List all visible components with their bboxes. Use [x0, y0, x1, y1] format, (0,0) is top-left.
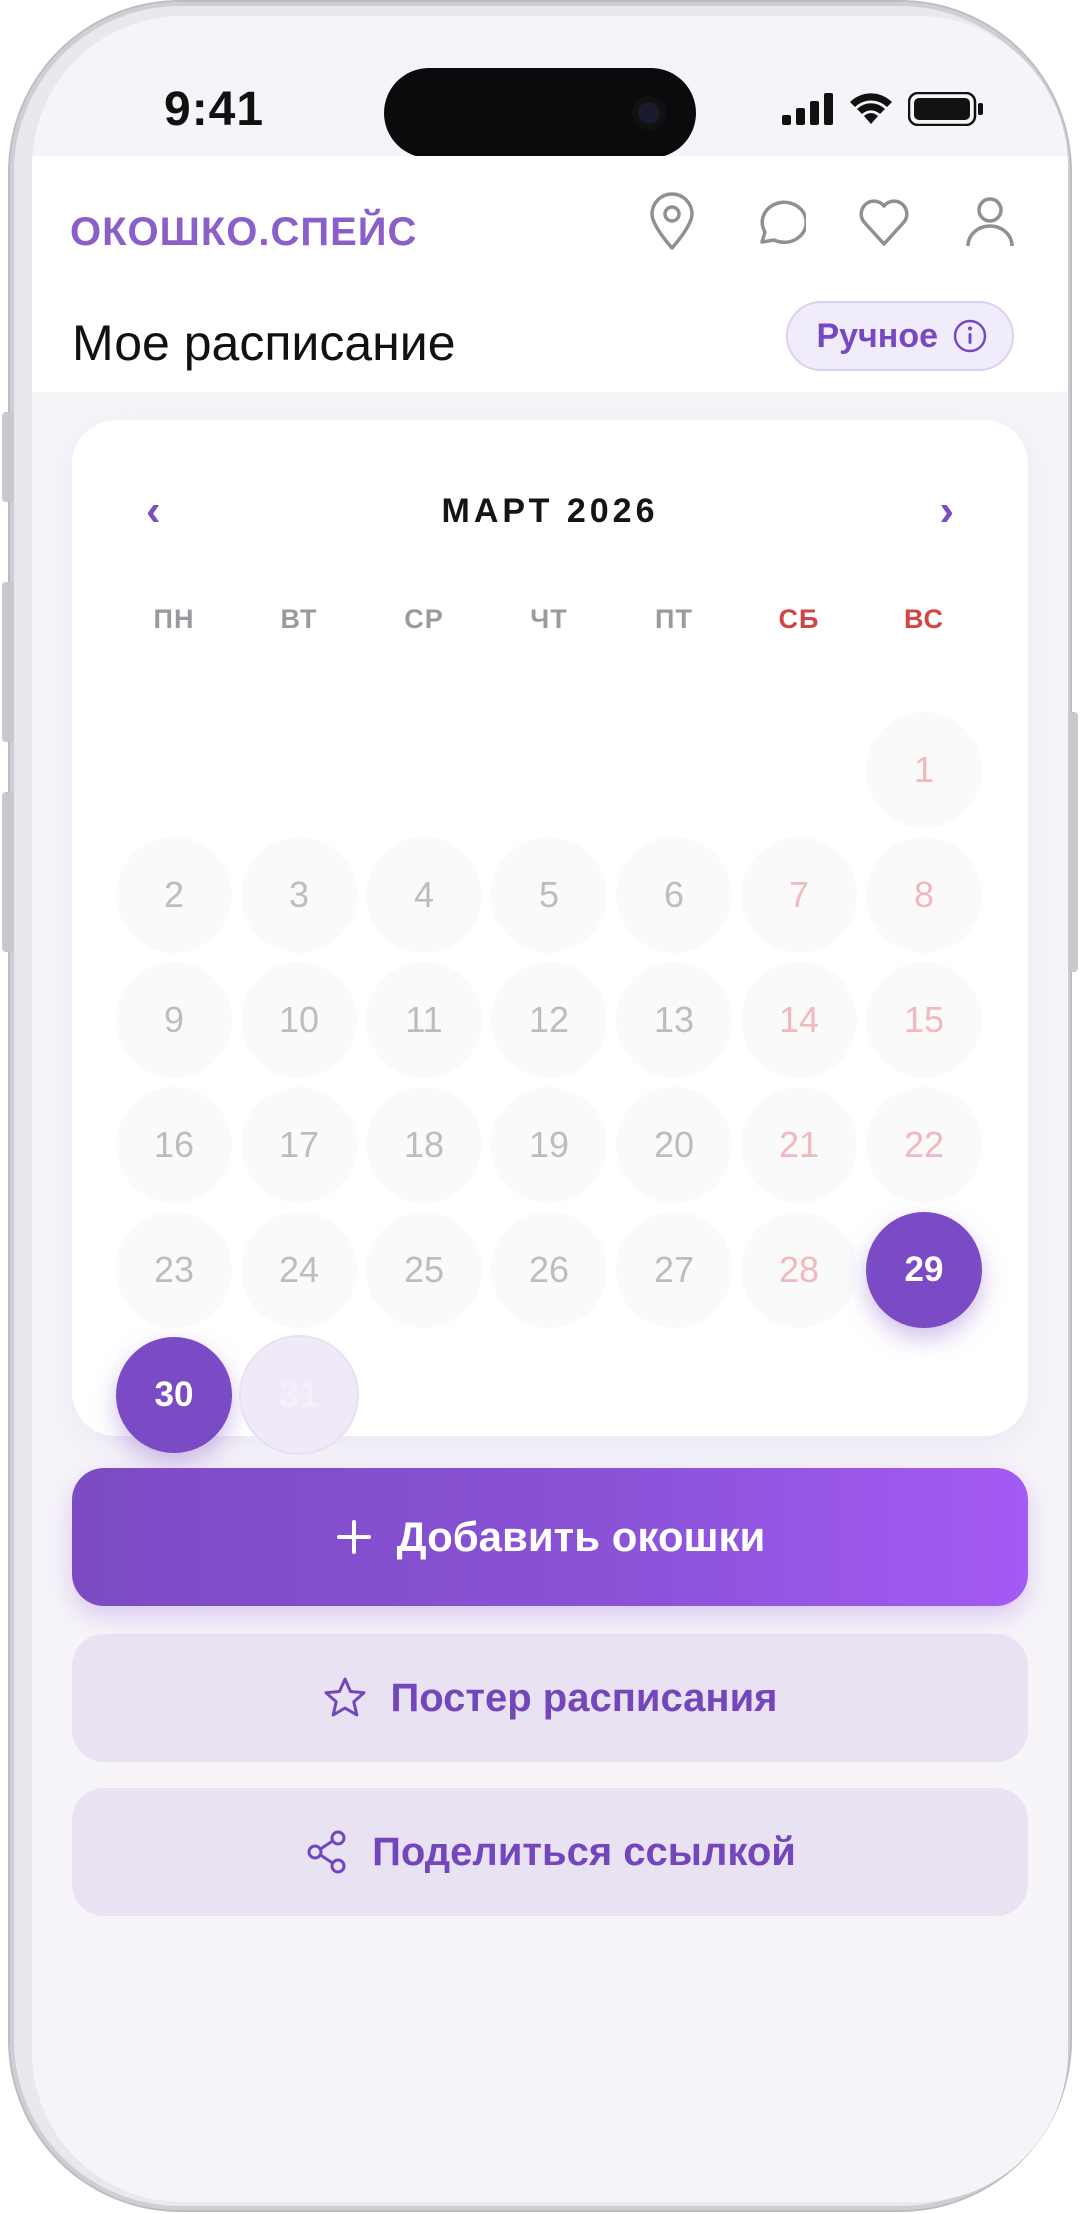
month-label: МАРТ 2026 [441, 492, 659, 530]
calendar-day-13[interactable]: 13 [616, 962, 732, 1078]
weekday-label: СБ [778, 604, 820, 634]
chat-icon[interactable] [750, 192, 808, 252]
calendar-day-7[interactable]: 7 [741, 837, 857, 953]
dynamic-island [384, 68, 696, 158]
calendar-day-17[interactable]: 17 [241, 1087, 357, 1203]
calendar-day-6[interactable]: 6 [616, 837, 732, 953]
weekday-label: СР [404, 604, 444, 634]
calendar-day-8[interactable]: 8 [866, 837, 982, 953]
info-icon[interactable] [952, 318, 988, 354]
camera-icon [632, 96, 666, 130]
plus-icon [336, 1520, 371, 1554]
calendar-day-29[interactable]: 29 [866, 1212, 982, 1328]
calendar-day-28[interactable]: 28 [741, 1212, 857, 1328]
battery-icon [908, 92, 983, 126]
calendar-day-15[interactable]: 15 [866, 962, 982, 1078]
status-time: 9:41 [164, 83, 265, 136]
share-link-button[interactable]: Поделиться ссылкой [72, 1788, 1028, 1916]
calendar-day-25[interactable]: 25 [366, 1212, 482, 1328]
calendar-day-31[interactable]: 31 [241, 1337, 357, 1453]
calendar-day-26[interactable]: 26 [491, 1212, 607, 1328]
share-link-label: Поделиться ссылкой [372, 1829, 796, 1874]
profile-icon[interactable] [962, 192, 1018, 252]
calendar-day-12[interactable]: 12 [491, 962, 607, 1078]
schedule-poster-label: Постер расписания [390, 1675, 778, 1720]
weekday-label: ПТ [655, 604, 693, 634]
calendar-day-5[interactable]: 5 [491, 837, 607, 953]
schedule-poster-button[interactable]: Постер расписания [72, 1634, 1028, 1762]
calendar-day-20[interactable]: 20 [616, 1087, 732, 1203]
calendar-day-24[interactable]: 24 [241, 1212, 357, 1328]
side-button [2, 412, 14, 502]
page-title: Мое расписание [72, 315, 456, 371]
calendar-day-23[interactable]: 23 [116, 1212, 232, 1328]
calendar-day-18[interactable]: 18 [366, 1087, 482, 1203]
schedule-mode-label: Ручное [816, 316, 938, 355]
add-slots-label: Добавить окошки [396, 1513, 766, 1560]
status-bar: 9:41 [32, 16, 1068, 158]
calendar-day-21[interactable]: 21 [741, 1087, 857, 1203]
heart-icon[interactable] [856, 192, 912, 252]
phone-frame: 9:41 ОКОШКО.СПЕЙС Мое расписание Ручное … [2, 2, 1078, 2210]
share-icon [307, 1830, 346, 1874]
next-month-button[interactable]: › [939, 486, 954, 536]
calendar-day-1[interactable]: 1 [866, 712, 982, 828]
add-slots-button[interactable]: Добавить окошки [72, 1468, 1028, 1606]
calendar-day-14[interactable]: 14 [741, 962, 857, 1078]
volume-down-button [2, 792, 14, 952]
status-icons [782, 92, 984, 126]
wifi-icon [850, 93, 892, 124]
calendar-day-19[interactable]: 19 [491, 1087, 607, 1203]
star-icon [324, 1677, 366, 1717]
calendar-day-9[interactable]: 9 [116, 962, 232, 1078]
calendar-day-10[interactable]: 10 [241, 962, 357, 1078]
calendar-day-22[interactable]: 22 [866, 1087, 982, 1203]
app-header: ОКОШКО.СПЕЙС Мое расписание Ручное [32, 156, 1068, 392]
location-icon[interactable] [644, 192, 700, 252]
header-icons [644, 192, 1018, 252]
screen: 9:41 ОКОШКО.СПЕЙС Мое расписание Ручное … [32, 16, 1068, 2202]
calendar-day-27[interactable]: 27 [616, 1212, 732, 1328]
app-logo[interactable]: ОКОШКО.СПЕЙС [70, 210, 417, 255]
calendar-card: ‹ МАРТ 2026 › ПН ВТ СР ЧТ ПТ СБ ВС 1 2 3 4 5 6 7 8 9 10… [72, 420, 1028, 1453]
weekday-label: ВТ [280, 604, 318, 634]
weekday-label: ЧТ [530, 604, 568, 634]
calendar-day-4[interactable]: 4 [366, 837, 482, 953]
calendar-day-11[interactable]: 11 [366, 962, 482, 1078]
weekday-label: ВС [904, 604, 944, 634]
volume-up-button [2, 582, 14, 742]
schedule-mode-pill[interactable]: Ручное [786, 301, 1014, 371]
calendar-day-16[interactable]: 16 [116, 1087, 232, 1203]
calendar-day-3[interactable]: 3 [241, 837, 357, 953]
weekday-label: ПН [153, 604, 195, 634]
calendar-day-30[interactable]: 30 [116, 1337, 232, 1453]
calendar-day-2[interactable]: 2 [116, 837, 232, 953]
signal-icon [782, 93, 833, 125]
